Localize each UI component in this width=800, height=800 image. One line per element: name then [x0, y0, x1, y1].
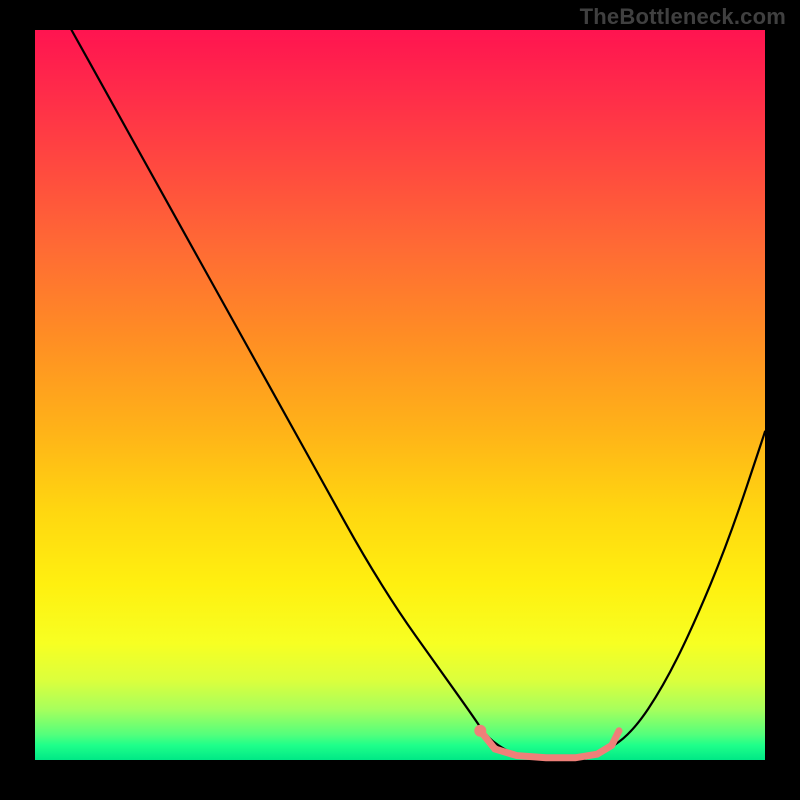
bottleneck-curve: [72, 30, 766, 760]
optimal-range-marker: [480, 731, 619, 758]
chart-stage: TheBottleneck.com: [0, 0, 800, 800]
plot-area: [35, 30, 765, 760]
watermark-text: TheBottleneck.com: [580, 4, 786, 30]
optimal-range-start-dot: [474, 725, 486, 737]
plot-svg: [35, 30, 765, 760]
